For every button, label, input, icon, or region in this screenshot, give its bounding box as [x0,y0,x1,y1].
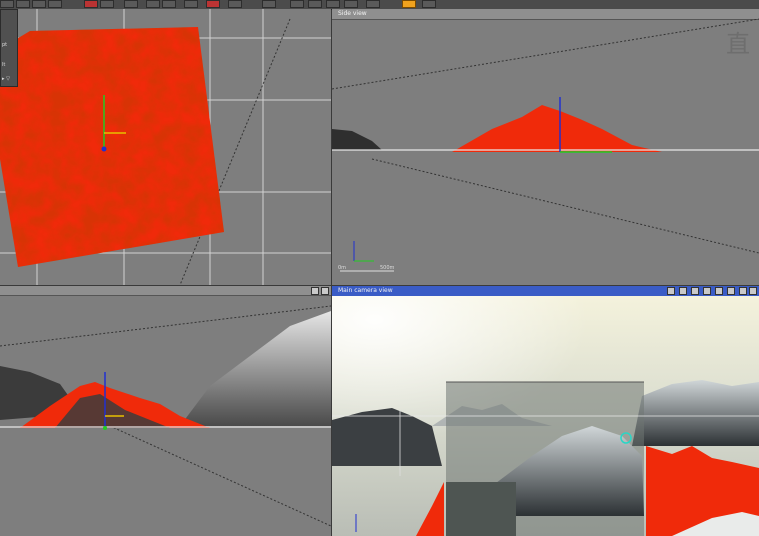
scale-icon[interactable] [48,0,62,8]
select-icon[interactable] [0,0,14,8]
front-view-canvas [0,305,331,527]
zoom-in-icon[interactable] [290,0,304,8]
viewport-top-view[interactable]: pt lt ▸ ▽ [0,9,331,285]
side-panel-row-1[interactable]: pt [2,42,7,48]
camera-ray-lower [109,425,331,527]
scale-left-label: 0m [338,265,347,271]
terrain-side-profile[interactable] [452,105,662,152]
mountain-right [180,311,331,426]
layout-icon[interactable] [366,0,380,8]
water-surface [446,482,516,536]
camera-icon[interactable] [100,0,114,8]
cloud-icon[interactable] [184,0,198,8]
water-icon[interactable] [206,0,220,8]
camera-ray-upper [332,18,759,90]
pan-icon[interactable] [326,0,340,8]
light-icon[interactable] [124,0,138,8]
side-panel-row-2[interactable]: lt [2,62,5,68]
viewport-main-camera[interactable]: Main camera view [332,286,759,536]
zoom-out-icon[interactable] [308,0,322,8]
top-view-canvas [0,9,331,285]
terrain-top-shading [0,27,224,267]
side-view-canvas [332,18,759,272]
gizmo-center[interactable] [103,426,107,430]
side-panel: pt lt ▸ ▽ [0,9,18,87]
terrain-icon[interactable] [146,0,160,8]
gizmo-center[interactable] [101,146,107,152]
material-icon[interactable] [228,0,242,8]
seal-watermark: 直 [726,30,750,58]
distant-terrain-left [332,129,382,150]
camera-ray-lower [371,158,759,254]
side-panel-row-3[interactable]: ▸ ▽ [2,76,10,82]
move-icon[interactable] [16,0,30,8]
view-icon[interactable] [344,0,358,8]
scale-right-label: 500m [380,265,395,271]
viewport-front-view[interactable] [0,286,331,536]
sky-icon[interactable] [162,0,176,8]
render-icon[interactable] [84,0,98,8]
active-toggle-icon[interactable] [402,0,416,8]
viewport-side-view[interactable]: Side view 直 0m 500m [332,9,759,285]
rotate-icon[interactable] [32,0,46,8]
settings-icon[interactable] [422,0,436,8]
main-camera-canvas [332,296,759,536]
object-icon[interactable] [262,0,276,8]
